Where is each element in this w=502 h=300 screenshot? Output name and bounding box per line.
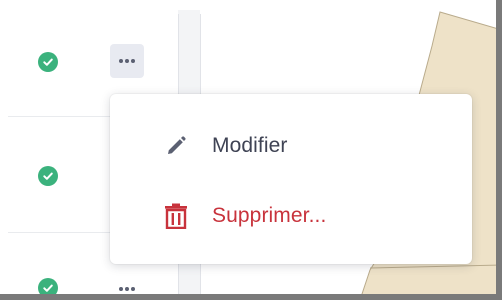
- menu-item-label: Supprimer...: [212, 204, 327, 227]
- menu-item-edit[interactable]: Modifier: [110, 120, 472, 172]
- menu-item-label: Modifier: [212, 134, 288, 157]
- check-circle-icon: [38, 52, 58, 72]
- screenshot-edge: [496, 0, 502, 300]
- row-actions-button[interactable]: [110, 44, 144, 78]
- row-actions-menu: Modifier Supprimer...: [110, 94, 472, 264]
- pencil-icon: [162, 132, 190, 160]
- screenshot-frame: Modifier Supprimer...: [0, 0, 502, 300]
- menu-item-delete[interactable]: Supprimer...: [110, 190, 472, 242]
- screenshot-edge: [0, 294, 502, 300]
- more-icon: [119, 59, 123, 63]
- trash-icon: [162, 202, 190, 230]
- more-icon: [119, 287, 123, 291]
- check-circle-icon: [38, 166, 58, 186]
